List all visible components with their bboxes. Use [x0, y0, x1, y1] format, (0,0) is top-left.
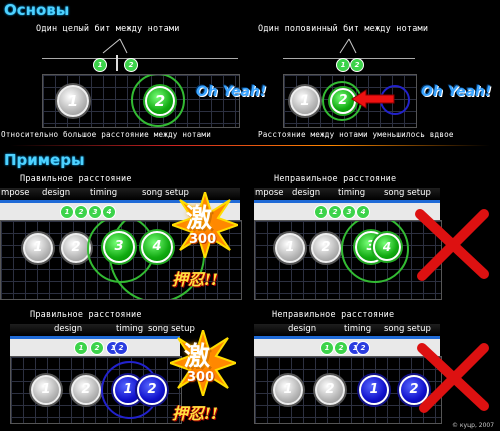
- burst-kanji: 激: [186, 204, 213, 234]
- row2-right-note-3: 1: [359, 375, 389, 405]
- row2-right-note-2: 2: [315, 375, 345, 405]
- tab-timing[interactable]: timing: [90, 188, 117, 198]
- row1-right-note-2: 2: [311, 233, 341, 263]
- row1-left-note-4: 4: [141, 231, 173, 263]
- tab-song-setup[interactable]: song setup: [384, 324, 431, 334]
- basics-right-marker-1: 1: [336, 58, 350, 72]
- red-x-icon-2: [417, 343, 489, 413]
- row1-left-caption: Правильное расстояние: [20, 174, 132, 184]
- row2-right-editor: design timing song setup 1 2 1 2 1 2 1 2: [254, 324, 442, 424]
- basics-left-bottom-caption: Относительно большое расстояние между но…: [1, 130, 211, 139]
- basics-right-bottom-caption: Расстояние между нотами уменьшилось вдво…: [258, 130, 454, 139]
- tab-timing[interactable]: timing: [338, 188, 365, 198]
- row1-right-marker-4: 4: [356, 205, 370, 219]
- red-arrow-icon: [351, 89, 395, 109]
- row2-right-marker-4: 2: [356, 341, 370, 355]
- row1-left-marker-1: 1: [60, 205, 74, 219]
- burst-score-2: 300: [187, 370, 215, 385]
- row2-left-note-1: 1: [31, 375, 61, 405]
- row1-right-marker-1: 1: [314, 205, 328, 219]
- basics-right-marker-2: 2: [350, 58, 364, 72]
- basics-right-caption: Один половинный бит между нотами: [258, 24, 429, 34]
- basics-left-pointer-arrows: [102, 38, 128, 54]
- basics-left-caption: Один целый бит между нотами: [36, 24, 180, 34]
- tab-design[interactable]: design: [292, 188, 320, 198]
- basics-right-note-1: 1: [290, 86, 320, 116]
- basics-right-oh-yeah: Oh Yeah!: [421, 84, 492, 100]
- row2-left-note-2: 2: [71, 375, 101, 405]
- row2-right-marker-1: 1: [320, 341, 334, 355]
- row1-right-caption: Неправильное расстояние: [274, 174, 397, 184]
- basics-left-marker-2: 2: [124, 58, 138, 72]
- tab-design[interactable]: design: [288, 324, 316, 334]
- row2-right-timeline: 1 2 1 2: [254, 339, 440, 356]
- tab-timing[interactable]: timing: [116, 324, 143, 334]
- copyright: © куцр, 2007: [452, 422, 495, 429]
- row2-left-marker-2: 2: [90, 341, 104, 355]
- row2-left-marker-4: 2: [114, 341, 128, 355]
- row1-right-marker-3: 3: [342, 205, 356, 219]
- row1-left-marker-3: 3: [88, 205, 102, 219]
- tab-compose[interactable]: mpose: [1, 188, 30, 198]
- tab-design[interactable]: design: [42, 188, 70, 198]
- row2-left-caption: Правильное расстояние: [30, 310, 142, 320]
- oshi-text-2: 押忍!!: [172, 404, 219, 423]
- burst-kanji-2: 激: [184, 342, 211, 372]
- row2-left-editor: design timing song setup 1 2 1 2 1 2 1 2: [10, 324, 195, 424]
- row1-left-note-3: 3: [103, 231, 135, 263]
- row2-right-note-1: 1: [273, 375, 303, 405]
- row1-left-marker-4: 4: [102, 205, 116, 219]
- basics-left-panel: 1 2: [42, 74, 240, 128]
- tab-timing[interactable]: timing: [344, 324, 371, 334]
- basics-left-oh-yeah: Oh Yeah!: [196, 84, 267, 100]
- section-divider: [10, 145, 490, 146]
- row2-left-note-4: 2: [137, 375, 167, 405]
- row1-left-marker-2: 2: [74, 205, 88, 219]
- oshi-text: 押忍!!: [172, 270, 219, 289]
- row2-left-playfield: 1 2 1 2: [10, 356, 182, 424]
- tab-design[interactable]: design: [54, 324, 82, 334]
- row2-right-marker-2: 2: [334, 341, 348, 355]
- tab-song-setup[interactable]: song setup: [384, 188, 431, 198]
- basics-left-note-2: 2: [145, 86, 175, 116]
- row2-right-caption: Неправильное расстояние: [272, 310, 395, 320]
- row2-left-timeline: 1 2 1 2: [10, 339, 180, 356]
- burst-score: 300: [189, 232, 217, 247]
- basics-left-note-1: 1: [57, 85, 89, 117]
- row2-left-marker-1: 1: [74, 341, 88, 355]
- row1-left-note-1: 1: [23, 233, 53, 263]
- basics-left-marker-1: 1: [93, 58, 107, 72]
- examples-heading: Примеры: [4, 151, 85, 169]
- basics-heading: Основы: [4, 1, 70, 19]
- row1-right-note-4: 4: [373, 233, 401, 261]
- basics-left-beat-tick: [116, 55, 118, 71]
- row1-right-note-1: 1: [275, 233, 305, 263]
- tab-compose[interactable]: mpose: [255, 188, 284, 198]
- red-x-icon: [415, 209, 489, 281]
- row1-right-marker-2: 2: [328, 205, 342, 219]
